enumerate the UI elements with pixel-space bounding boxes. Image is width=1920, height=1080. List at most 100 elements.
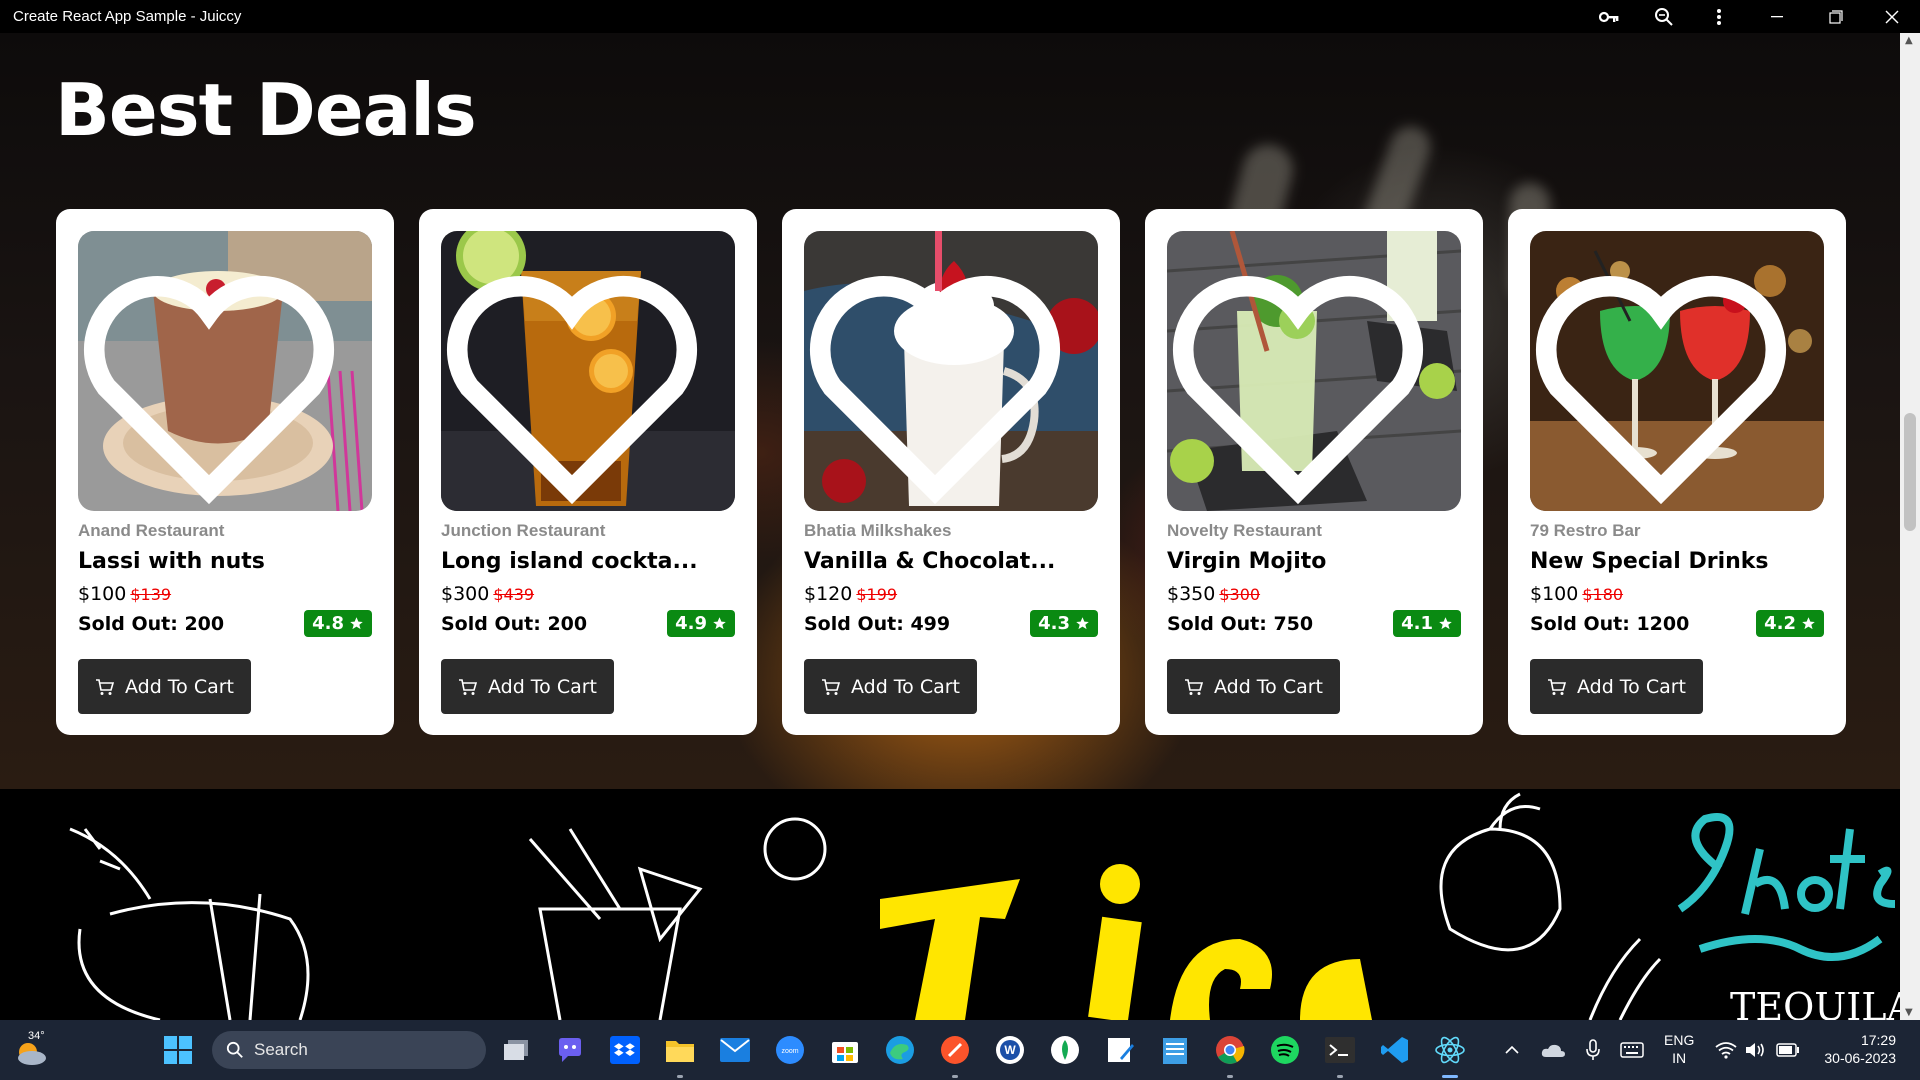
add-to-cart-label: Add To Cart (487, 675, 598, 698)
deal-card[interactable]: Junction Restaurant Long island cockta..… (419, 209, 757, 735)
heart-icon[interactable] (804, 247, 1082, 511)
paint-icon[interactable] (1102, 1032, 1138, 1068)
add-to-cart-label: Add To Cart (850, 675, 961, 698)
price: $120 $199 (804, 583, 897, 605)
battery-icon[interactable] (1770, 1032, 1806, 1068)
taskbar-search[interactable]: Search (212, 1031, 486, 1069)
star-icon (350, 617, 363, 630)
notepad-icon[interactable] (1157, 1032, 1193, 1068)
zoom-icon[interactable] (1636, 0, 1691, 33)
price: $100 $180 (1530, 583, 1623, 605)
react-app-icon[interactable] (1432, 1032, 1468, 1068)
svg-text:W: W (1004, 1043, 1016, 1057)
brave-icon[interactable] (937, 1032, 973, 1068)
more-icon[interactable] (1691, 0, 1746, 33)
running-app-indicator (677, 1075, 683, 1078)
search-icon (226, 1041, 243, 1058)
old-price: $300 (1219, 585, 1261, 604)
maximize-icon[interactable] (1808, 0, 1864, 33)
store-icon[interactable] (827, 1032, 863, 1068)
current-price: $100 (1530, 583, 1579, 605)
current-price: $350 (1167, 583, 1216, 605)
cart-icon (458, 678, 478, 695)
word-app-icon[interactable]: W (992, 1032, 1028, 1068)
rating-value: 4.8 (312, 613, 344, 634)
add-to-cart-button[interactable]: Add To Cart (1167, 659, 1340, 714)
clock-date: 30-06-2023 (1824, 1050, 1896, 1066)
deal-card[interactable]: 79 Restro Bar New Special Drinks $100 $18… (1508, 209, 1846, 735)
sold-count: Sold Out: 1200 (1530, 613, 1690, 635)
volume-icon[interactable] (1738, 1032, 1774, 1068)
add-to-cart-label: Add To Cart (1576, 675, 1687, 698)
add-to-cart-button[interactable]: Add To Cart (441, 659, 614, 714)
scroll-up-icon[interactable]: ▲ (1905, 35, 1913, 46)
mail-icon[interactable] (717, 1032, 753, 1068)
active-app-indicator (1442, 1075, 1458, 1078)
restaurant-name: Novelty Restaurant (1167, 521, 1322, 540)
product-name: New Special Drinks (1530, 549, 1769, 574)
rating-value: 4.1 (1401, 613, 1433, 634)
mongodb-icon[interactable] (1047, 1032, 1083, 1068)
system-clock[interactable]: 17:29 30-06-2023 (1812, 1031, 1896, 1067)
star-icon (1439, 617, 1452, 630)
heart-icon[interactable] (78, 247, 356, 511)
deal-card[interactable]: Anand Restaurant Lassi with nuts $100 $13… (56, 209, 394, 735)
star-icon (1802, 617, 1815, 630)
spotify-icon[interactable] (1267, 1032, 1303, 1068)
add-to-cart-button[interactable]: Add To Cart (1530, 659, 1703, 714)
file-explorer-icon[interactable] (662, 1032, 698, 1068)
rating-value: 4.9 (675, 613, 707, 634)
page-scrollbar[interactable]: ▲ ▼ (1900, 33, 1920, 1020)
chevron-up-icon[interactable] (1494, 1032, 1530, 1068)
task-view-icon[interactable] (498, 1032, 534, 1068)
chrome-icon[interactable] (1212, 1032, 1248, 1068)
product-image-milkshake[interactable] (804, 231, 1098, 511)
price: $350 $300 (1167, 583, 1260, 605)
windows-start-icon[interactable] (160, 1032, 196, 1068)
close-icon[interactable] (1864, 0, 1920, 33)
key-icon[interactable] (1581, 0, 1636, 33)
scroll-down-icon[interactable]: ▼ (1905, 1007, 1913, 1018)
add-to-cart-button[interactable]: Add To Cart (78, 659, 251, 714)
add-to-cart-label: Add To Cart (1213, 675, 1324, 698)
old-price: $180 (1582, 585, 1624, 604)
page-title: Best Deals (55, 68, 477, 152)
product-name: Vanilla & Chocolat... (804, 549, 1056, 574)
current-price: $300 (441, 583, 490, 605)
product-name: Lassi with nuts (78, 549, 265, 574)
chat-icon[interactable] (552, 1032, 588, 1068)
heart-icon[interactable] (1167, 247, 1445, 511)
sold-count: Sold Out: 750 (1167, 613, 1314, 635)
product-image-special-drinks[interactable] (1530, 231, 1824, 511)
scrollbar-thumb[interactable] (1904, 413, 1916, 531)
clock-time: 17:29 (1860, 1032, 1896, 1048)
cart-icon (1184, 678, 1204, 695)
heart-icon[interactable] (1530, 247, 1808, 511)
vscode-icon[interactable] (1377, 1032, 1413, 1068)
product-image-mojito[interactable] (1167, 231, 1461, 511)
onedrive-icon[interactable] (1535, 1032, 1571, 1068)
edge-icon[interactable] (882, 1032, 918, 1068)
dropbox-icon[interactable] (607, 1032, 643, 1068)
restaurant-name: 79 Restro Bar (1530, 521, 1641, 540)
product-image-lassi[interactable] (78, 231, 372, 511)
page-content: Best Deals Anand Restaurant Lassi with n… (0, 33, 1900, 1020)
language-indicator[interactable]: ENG IN (1664, 1031, 1694, 1067)
microphone-icon[interactable] (1575, 1032, 1611, 1068)
keyboard-icon[interactable] (1614, 1032, 1650, 1068)
rating-value: 4.2 (1764, 613, 1796, 634)
add-to-cart-label: Add To Cart (124, 675, 235, 698)
terminal-icon[interactable] (1322, 1032, 1358, 1068)
deal-card[interactable]: Novelty Restaurant Virgin Mojito $350 $30… (1145, 209, 1483, 735)
sold-count: Sold Out: 200 (441, 613, 588, 635)
current-price: $100 (78, 583, 127, 605)
restaurant-name: Anand Restaurant (78, 521, 225, 540)
minimize-icon[interactable] (1746, 0, 1808, 33)
heart-icon[interactable] (441, 247, 719, 511)
zoom-app-icon[interactable]: zoom (772, 1032, 808, 1068)
rating-badge: 4.8 (304, 610, 372, 637)
rating-badge: 4.2 (1756, 610, 1824, 637)
product-image-long-island[interactable] (441, 231, 735, 511)
add-to-cart-button[interactable]: Add To Cart (804, 659, 977, 714)
deal-card[interactable]: Bhatia Milkshakes Vanilla & Chocolat... … (782, 209, 1120, 735)
